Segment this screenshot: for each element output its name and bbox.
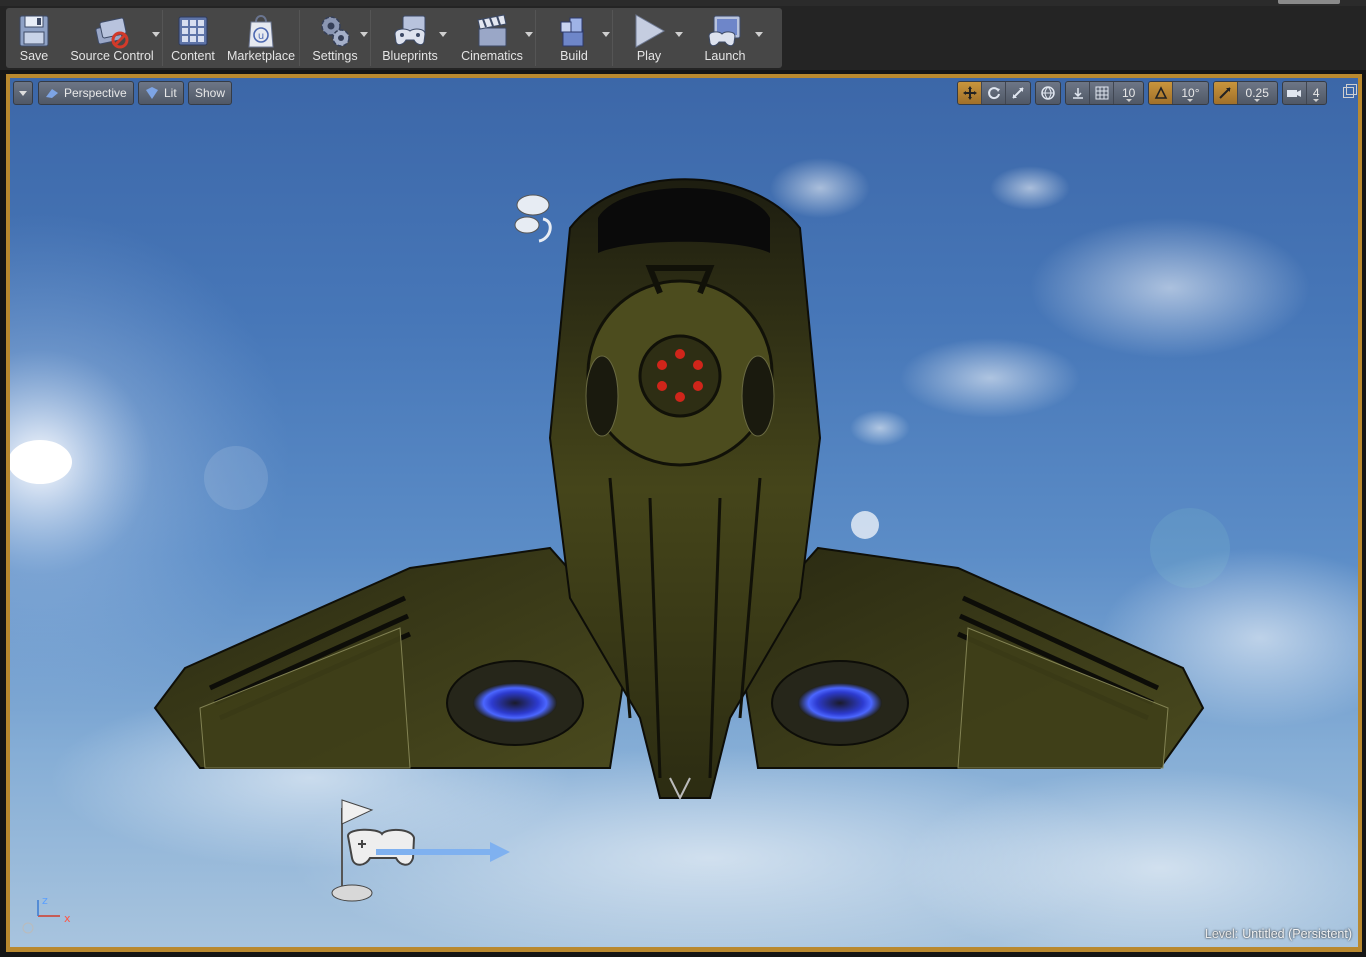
- rotation-snap-value[interactable]: 10°: [1173, 82, 1207, 104]
- camera-icon: [1287, 90, 1302, 97]
- content-label: Content: [171, 49, 215, 63]
- build-icon: [560, 17, 584, 47]
- play-button[interactable]: Play: [613, 8, 685, 68]
- settings-icon: [321, 16, 350, 47]
- grid-icon: [1095, 86, 1108, 100]
- launch-button[interactable]: Launch: [685, 8, 765, 68]
- content-icon: [178, 16, 208, 46]
- play-label: Play: [636, 49, 662, 63]
- play-icon: [635, 14, 666, 48]
- svg-text:u: u: [258, 31, 264, 42]
- scale-mode-button[interactable]: [1006, 82, 1030, 104]
- scale-icon: [1012, 87, 1024, 99]
- settings-dropdown-icon[interactable]: [360, 32, 368, 37]
- show-label: Show: [195, 86, 226, 100]
- grid-snap-toggle[interactable]: [1090, 82, 1114, 104]
- rotate-icon: [987, 87, 1000, 100]
- play-dropdown-icon[interactable]: [675, 32, 683, 37]
- level-label: Level:: [1204, 927, 1239, 941]
- rotation-snap-group: 10°: [1148, 81, 1209, 105]
- blueprints-dropdown-icon[interactable]: [439, 32, 447, 37]
- settings-label: Settings: [312, 49, 358, 63]
- save-icon: [19, 15, 49, 47]
- source-control-icon: [95, 17, 129, 49]
- perspective-label: Perspective: [64, 86, 127, 100]
- camera-speed-button[interactable]: [1283, 82, 1307, 104]
- launch-label: Launch: [704, 49, 746, 63]
- lit-button[interactable]: Lit: [138, 81, 184, 105]
- camera-speed-group: 4: [1281, 81, 1327, 105]
- camera-speed-value[interactable]: 4: [1307, 82, 1326, 104]
- perspective-icon: [46, 89, 58, 98]
- blueprints-label: Blueprints: [382, 49, 438, 63]
- window-control[interactable]: [1278, 0, 1340, 4]
- rotation-snap-toggle[interactable]: [1149, 82, 1174, 104]
- scale-snap-value[interactable]: 0.25: [1238, 82, 1277, 104]
- viewport-options-button[interactable]: [13, 81, 33, 105]
- marketplace-button[interactable]: u Marketplace: [223, 8, 299, 68]
- axis-x-label: x: [64, 912, 71, 925]
- launch-dropdown-icon[interactable]: [755, 32, 763, 37]
- blueprints-button[interactable]: Blueprints: [371, 8, 449, 68]
- cinematics-label: Cinematics: [461, 49, 523, 63]
- level-viewport[interactable]: z x: [10, 78, 1358, 947]
- current-level-indicator: Level: Untitled (Persistent): [1205, 927, 1352, 941]
- axis-z-label: z: [42, 894, 48, 907]
- save-label: Save: [19, 49, 49, 63]
- perspective-button[interactable]: Perspective: [38, 81, 134, 105]
- scale-snap-group: 0.25: [1212, 81, 1278, 105]
- surface-snap-icon: [1072, 88, 1083, 99]
- marketplace-label: Marketplace: [226, 49, 296, 63]
- maximize-viewport-icon[interactable]: [1343, 84, 1357, 98]
- globe-icon: [1041, 86, 1055, 100]
- scale-snap-icon: [1219, 87, 1231, 99]
- world-space-button[interactable]: [1036, 82, 1060, 104]
- launch-icon: [708, 15, 741, 47]
- settings-button[interactable]: Settings: [300, 8, 370, 68]
- level-name: Untitled (Persistent): [1242, 927, 1352, 941]
- build-label: Build: [560, 49, 588, 63]
- viewport-transform-toolbar: 10 10° 0.25 4: [957, 81, 1327, 105]
- save-button[interactable]: Save: [6, 8, 62, 68]
- content-button[interactable]: Content: [163, 8, 223, 68]
- angle-icon: [1154, 86, 1168, 99]
- source-control-dropdown-icon[interactable]: [152, 32, 160, 37]
- cinematics-button[interactable]: Cinematics: [449, 8, 535, 68]
- build-dropdown-icon[interactable]: [602, 32, 610, 37]
- lit-label: Lit: [164, 86, 177, 100]
- lit-sphere-icon: [146, 87, 158, 99]
- sky-light-actor-icon: [514, 194, 552, 243]
- transform-mode-group: [957, 81, 1031, 105]
- translate-mode-button[interactable]: [958, 82, 982, 104]
- cinematics-icon: [477, 14, 507, 47]
- show-button[interactable]: Show: [188, 81, 233, 105]
- source-control-label: Source Control: [70, 49, 154, 63]
- cinematics-dropdown-icon[interactable]: [525, 32, 533, 37]
- scale-snap-toggle[interactable]: [1213, 82, 1238, 104]
- coordinate-space-group: [1035, 81, 1061, 105]
- grid-snap-value[interactable]: 10: [1114, 82, 1143, 104]
- rotate-mode-button[interactable]: [982, 82, 1006, 104]
- surface-snap-button[interactable]: [1066, 82, 1090, 104]
- chevron-down-icon: [19, 90, 27, 96]
- grid-snap-group: 10: [1065, 81, 1145, 105]
- realtime-indicator-icon: [22, 922, 34, 934]
- main-toolbar: Save Source Control Content u Marketplac…: [6, 8, 782, 68]
- build-button[interactable]: Build: [536, 8, 612, 68]
- source-control-button[interactable]: Source Control: [62, 8, 162, 68]
- translate-icon: [962, 86, 977, 100]
- blueprints-icon: [394, 15, 426, 46]
- marketplace-icon: u: [248, 15, 274, 48]
- viewport-scene: z x: [10, 158, 1358, 947]
